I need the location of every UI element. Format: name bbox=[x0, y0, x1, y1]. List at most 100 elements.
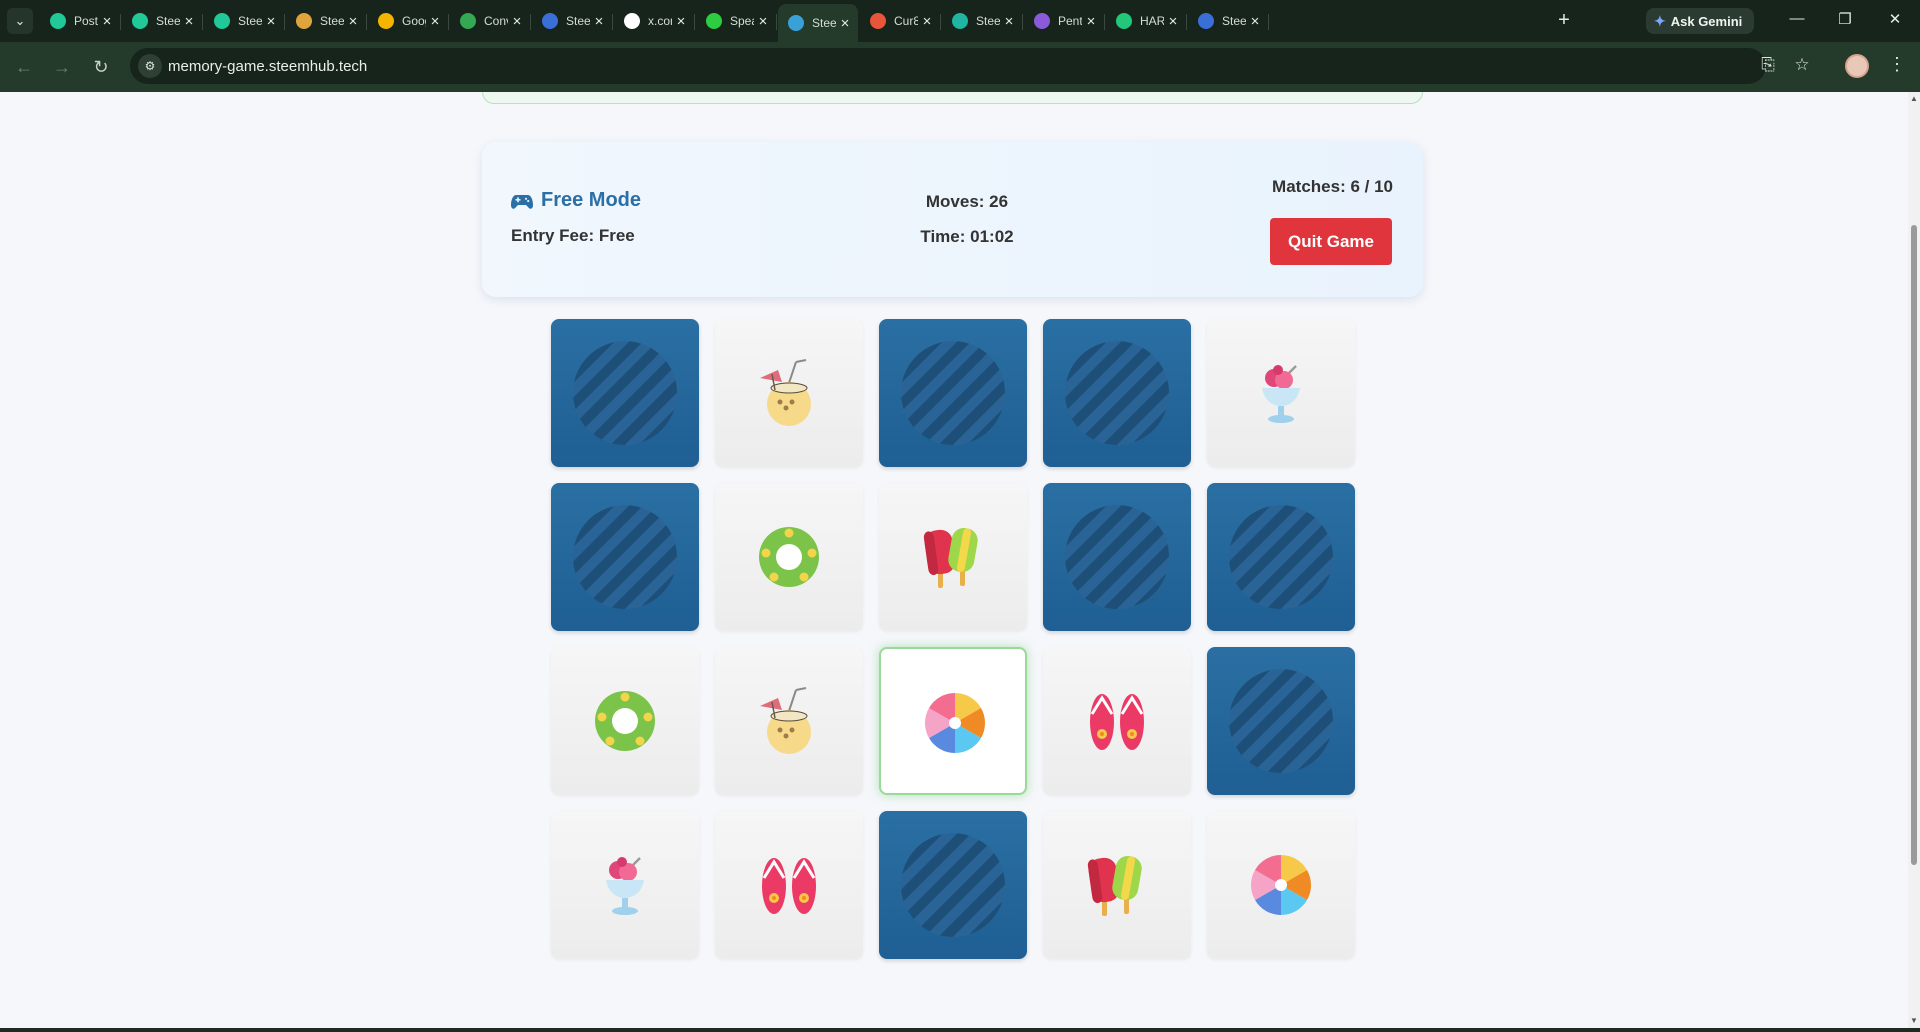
globe-icon bbox=[542, 13, 558, 29]
x-logo-icon bbox=[624, 13, 640, 29]
status-banner bbox=[482, 92, 1423, 104]
card-revealed[interactable] bbox=[1043, 647, 1191, 795]
browser-tab[interactable]: Cur8 × bbox=[860, 6, 941, 36]
card-revealed[interactable] bbox=[1207, 811, 1355, 959]
new-tab-plus-icon[interactable]: + bbox=[1552, 9, 1576, 32]
steem-logo-icon bbox=[50, 13, 66, 29]
ask-gemini-button[interactable]: ✦ Ask Gemini bbox=[1646, 8, 1754, 34]
coconut-drink-icon bbox=[760, 359, 811, 426]
browser-toolbar: ← → ↻ ⚙ memory-game.steemhub.tech ⎘ ☆ ⋮ bbox=[0, 42, 1920, 92]
ask-gemini-label: Ask Gemini bbox=[1670, 13, 1743, 29]
back-arrow-icon[interactable]: ← bbox=[12, 55, 36, 79]
tab-close-icon[interactable]: × bbox=[918, 13, 936, 30]
page-viewport: Free Mode Entry Fee: Free Moves: 26 Time… bbox=[0, 92, 1908, 1028]
card-back-pattern bbox=[573, 505, 677, 609]
browser-tab[interactable]: Steem× bbox=[122, 6, 203, 36]
card-back-pattern bbox=[573, 341, 677, 445]
globe-icon bbox=[1198, 13, 1214, 29]
browser-tab[interactable]: HARD× bbox=[1106, 6, 1187, 36]
more-menu-icon[interactable]: ⋮ bbox=[1888, 54, 1906, 75]
site-info-icon[interactable]: ⚙ bbox=[138, 54, 162, 78]
quit-game-button[interactable]: Quit Game bbox=[1270, 218, 1392, 265]
tab-separator bbox=[366, 14, 367, 30]
tab-close-icon[interactable]: × bbox=[262, 13, 280, 30]
ice-cream-sundae-icon bbox=[1262, 365, 1300, 423]
browser-tab[interactable]: Steem× bbox=[204, 6, 285, 36]
tab-close-icon[interactable]: × bbox=[590, 13, 608, 30]
ice-cream-sundae-icon bbox=[606, 857, 644, 915]
browser-tab[interactable]: Post × bbox=[40, 6, 121, 36]
flip-flops-icon bbox=[1090, 694, 1144, 750]
gemini-sparkle-icon: ✦ bbox=[1654, 12, 1666, 29]
scroll-up-icon[interactable]: ▲ bbox=[1910, 94, 1918, 103]
tab-separator bbox=[1268, 14, 1269, 30]
browser-tab[interactable]: Speak× bbox=[696, 6, 777, 36]
tab-title: HARD bbox=[1140, 14, 1164, 28]
card-revealed[interactable] bbox=[715, 319, 863, 467]
address-bar[interactable]: ⚙ memory-game.steemhub.tech ⎘ ☆ bbox=[130, 48, 1810, 84]
browser-tab[interactable]: Steem× bbox=[778, 4, 858, 42]
tab-close-icon[interactable]: × bbox=[344, 13, 362, 30]
tab-close-icon[interactable]: × bbox=[508, 13, 526, 30]
install-app-icon[interactable]: ⎘ bbox=[1756, 55, 1780, 75]
card-revealed[interactable] bbox=[715, 811, 863, 959]
tab-title: Steem bbox=[812, 16, 836, 30]
card-revealed[interactable] bbox=[551, 811, 699, 959]
tab-close-icon[interactable]: × bbox=[1000, 13, 1018, 30]
browser-tab[interactable]: x.com× bbox=[614, 6, 695, 36]
tab-close-icon[interactable]: × bbox=[1246, 13, 1264, 30]
hard-icon bbox=[1116, 13, 1132, 29]
browser-tab[interactable]: Steem× bbox=[286, 6, 367, 36]
card-revealed[interactable] bbox=[551, 647, 699, 795]
card-selected[interactable] bbox=[879, 647, 1027, 795]
card-revealed[interactable] bbox=[1207, 319, 1355, 467]
tab-title: x.com bbox=[648, 14, 672, 28]
tab-close-icon[interactable]: × bbox=[1164, 13, 1182, 30]
browser-tab[interactable]: Steem× bbox=[942, 6, 1023, 36]
matches-counter: Matches: 6 / 10 bbox=[1272, 177, 1393, 196]
forward-arrow-icon[interactable]: → bbox=[50, 55, 74, 79]
card-back[interactable] bbox=[1207, 647, 1355, 795]
card-back[interactable] bbox=[1043, 483, 1191, 631]
tab-close-icon[interactable]: × bbox=[754, 13, 772, 30]
card-back[interactable] bbox=[879, 319, 1027, 467]
url-text[interactable]: memory-game.steemhub.tech bbox=[168, 58, 367, 75]
minimize-icon[interactable]: — bbox=[1782, 10, 1812, 27]
bookmark-star-icon[interactable]: ☆ bbox=[1790, 55, 1814, 75]
tab-close-icon[interactable]: × bbox=[1082, 13, 1100, 30]
card-back[interactable] bbox=[879, 811, 1027, 959]
card-back[interactable] bbox=[551, 319, 699, 467]
reload-icon[interactable]: ↻ bbox=[89, 55, 113, 79]
beach-ball-icon bbox=[1250, 855, 1312, 915]
card-back[interactable] bbox=[1207, 483, 1355, 631]
scrollbar-thumb[interactable] bbox=[1911, 225, 1917, 865]
card-revealed[interactable] bbox=[715, 647, 863, 795]
card-back[interactable] bbox=[1043, 319, 1191, 467]
card-revealed[interactable] bbox=[1043, 811, 1191, 959]
browser-tab[interactable]: Steem× bbox=[1188, 6, 1269, 36]
page-scrollbar[interactable]: ▲ ▼ bbox=[1908, 92, 1920, 1028]
tab-close-icon[interactable]: × bbox=[98, 13, 116, 30]
card-revealed[interactable] bbox=[715, 483, 863, 631]
tab-search-chevron-icon[interactable]: ⌄ bbox=[7, 8, 33, 34]
tab-close-icon[interactable]: × bbox=[672, 13, 690, 30]
card-back[interactable] bbox=[551, 483, 699, 631]
tab-separator bbox=[1186, 14, 1187, 30]
profile-avatar[interactable] bbox=[1845, 54, 1869, 78]
restore-icon[interactable]: ❐ bbox=[1830, 10, 1860, 28]
browser-tab[interactable]: Pent × bbox=[1024, 6, 1105, 36]
close-window-icon[interactable]: ✕ bbox=[1880, 10, 1910, 28]
card-revealed[interactable] bbox=[879, 483, 1027, 631]
game-mode-title: Free Mode bbox=[541, 189, 642, 211]
browser-tab[interactable]: Conv× bbox=[450, 6, 531, 36]
tab-close-icon[interactable]: × bbox=[426, 13, 444, 30]
browser-tab[interactable]: Steem× bbox=[532, 6, 613, 36]
browser-tab[interactable]: Google× bbox=[368, 6, 449, 36]
scroll-down-icon[interactable]: ▼ bbox=[1910, 1016, 1918, 1025]
tab-separator bbox=[284, 14, 285, 30]
game-timer: Time: 01:02 bbox=[920, 227, 1014, 246]
popsicles-icon bbox=[923, 527, 978, 588]
tab-close-icon[interactable]: × bbox=[180, 13, 198, 30]
coconut-drink-icon bbox=[760, 687, 811, 754]
tab-close-icon[interactable]: × bbox=[836, 15, 854, 32]
